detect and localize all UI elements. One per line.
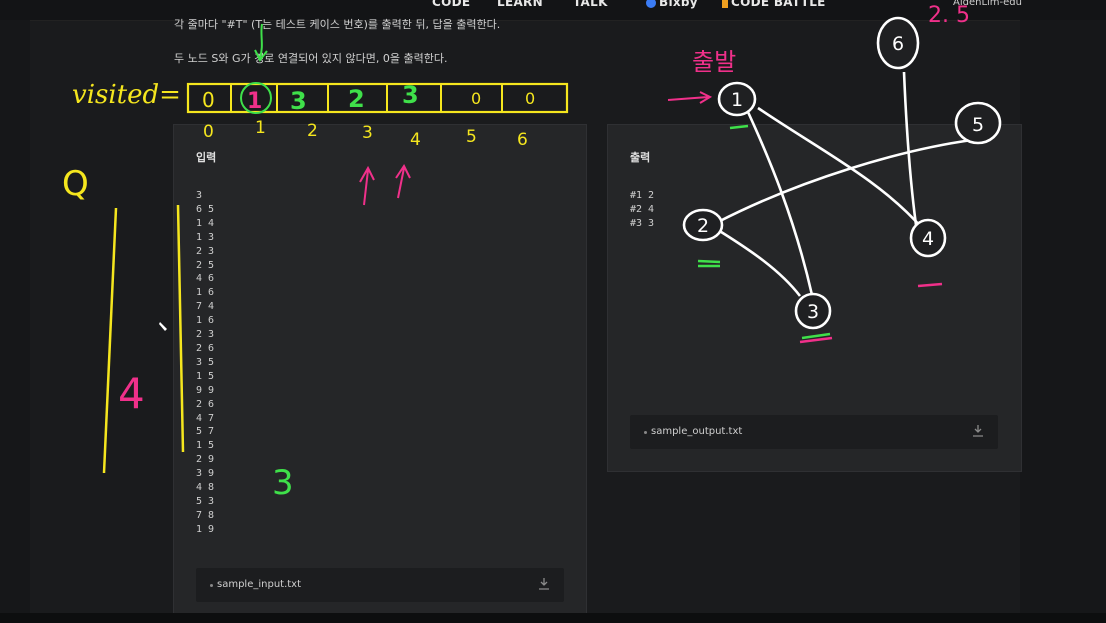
- input-line: 1 3: [196, 231, 215, 243]
- input-line: 2 6: [196, 398, 215, 410]
- input-line: 3: [196, 190, 203, 201]
- input-panel: 입력 36 51 41 32 32 54 61 67 41 62 32 63 5…: [173, 124, 587, 615]
- nav-bixby[interactable]: Bixby: [646, 0, 698, 9]
- visited-cell-6: 0: [525, 89, 535, 108]
- visited-array-box: [186, 82, 569, 114]
- input-title: 입력: [196, 151, 217, 164]
- input-line: 1 5: [196, 370, 215, 382]
- input-line: 2 5: [196, 259, 215, 271]
- output-line: #2 4: [630, 203, 655, 215]
- input-line: 2 6: [196, 342, 215, 354]
- input-line: 5 3: [196, 495, 215, 507]
- input-lines: 36 51 41 32 32 54 61 67 41 62 32 63 51 5…: [196, 189, 214, 537]
- visited-cell-0: 0: [202, 88, 215, 112]
- input-line: 2 3: [196, 329, 215, 341]
- visited-cell-2: 3: [290, 87, 307, 115]
- nav-code-battle-label: CODE BATTLE: [731, 0, 826, 9]
- start-label: 출발: [692, 48, 736, 76]
- description-line-1: 각 줄마다 "#T" (T는 테스트 케이스 번호)를 출력한 뒤, 답을 출력…: [174, 18, 501, 31]
- input-line: 4 8: [196, 482, 215, 494]
- right-gutter: [1020, 20, 1106, 613]
- input-line: 9 9: [196, 384, 215, 396]
- output-line: #1 2: [630, 190, 655, 201]
- queue-left-wall: [102, 207, 118, 474]
- input-line: 1 5: [196, 440, 215, 452]
- nav-talk[interactable]: TALK: [573, 0, 608, 9]
- input-line: 3 5: [196, 356, 215, 368]
- start-arrow-icon: [667, 91, 713, 104]
- bottom-bar: [0, 613, 1106, 623]
- bullet-icon: [210, 584, 213, 587]
- node-1: 1: [731, 89, 743, 111]
- output-file-name[interactable]: sample_output.txt: [651, 426, 742, 437]
- top-navigation-bar: CODE LEARN TALK Bixby CODE BATTLE AidenL…: [0, 0, 1106, 21]
- nav-bixby-label: Bixby: [659, 0, 698, 9]
- output-file-bar[interactable]: sample_output.txt: [630, 415, 998, 449]
- nav-code[interactable]: CODE: [432, 0, 470, 9]
- queue-count: 4: [118, 369, 145, 418]
- input-file-bar[interactable]: sample_input.txt: [196, 568, 564, 602]
- input-line: 2 3: [196, 245, 215, 257]
- visited-highlight-circle: [240, 82, 272, 114]
- output-panel: 출력 #1 2 #2 4 #3 3 sample_output.txt: [607, 124, 1022, 472]
- visited-cell-3: 2: [348, 85, 365, 113]
- output-line: #3 3: [630, 217, 655, 229]
- pen-cursor-icon: [159, 322, 167, 331]
- input-line: 1 9: [196, 523, 215, 535]
- visited-cell-4: 3: [402, 81, 419, 109]
- user-name[interactable]: AidenLim-edu: [953, 0, 1022, 8]
- input-line: 2 9: [196, 454, 215, 466]
- bullet-icon: [644, 431, 647, 434]
- node-6: 6: [892, 33, 904, 55]
- nav-learn[interactable]: LEARN: [497, 0, 543, 9]
- output-lines: #1 2 #2 4 #3 3: [630, 189, 654, 231]
- description-line-2: 두 노드 S와 G가 경로 연결되어 있지 않다면, 0을 출력한다.: [174, 52, 448, 65]
- input-line: 1 6: [196, 315, 215, 327]
- input-line: 1 6: [196, 287, 215, 299]
- download-icon[interactable]: [538, 577, 550, 591]
- input-file-name[interactable]: sample_input.txt: [217, 579, 301, 590]
- left-gutter: [0, 20, 30, 613]
- input-line: 4 7: [196, 412, 215, 424]
- input-line: 3 9: [196, 468, 215, 480]
- input-line: 6 5: [196, 203, 215, 215]
- input-line: 7 8: [196, 509, 215, 521]
- queue-label: Q: [62, 164, 89, 204]
- bixby-icon: [646, 0, 656, 8]
- nav-code-battle[interactable]: CODE BATTLE: [722, 0, 826, 9]
- download-icon[interactable]: [972, 424, 984, 438]
- input-line: 5 7: [196, 426, 215, 438]
- visited-cell-1: 1: [247, 89, 262, 114]
- code-battle-icon: [722, 0, 728, 8]
- visited-label: visited=: [72, 80, 181, 110]
- input-line: 7 4: [196, 301, 215, 313]
- output-title: 출력: [630, 151, 651, 164]
- visited-cell-5: 0: [471, 89, 481, 108]
- input-line: 4 6: [196, 273, 215, 285]
- visited-dividers: [230, 84, 503, 112]
- input-line: 1 4: [196, 217, 215, 229]
